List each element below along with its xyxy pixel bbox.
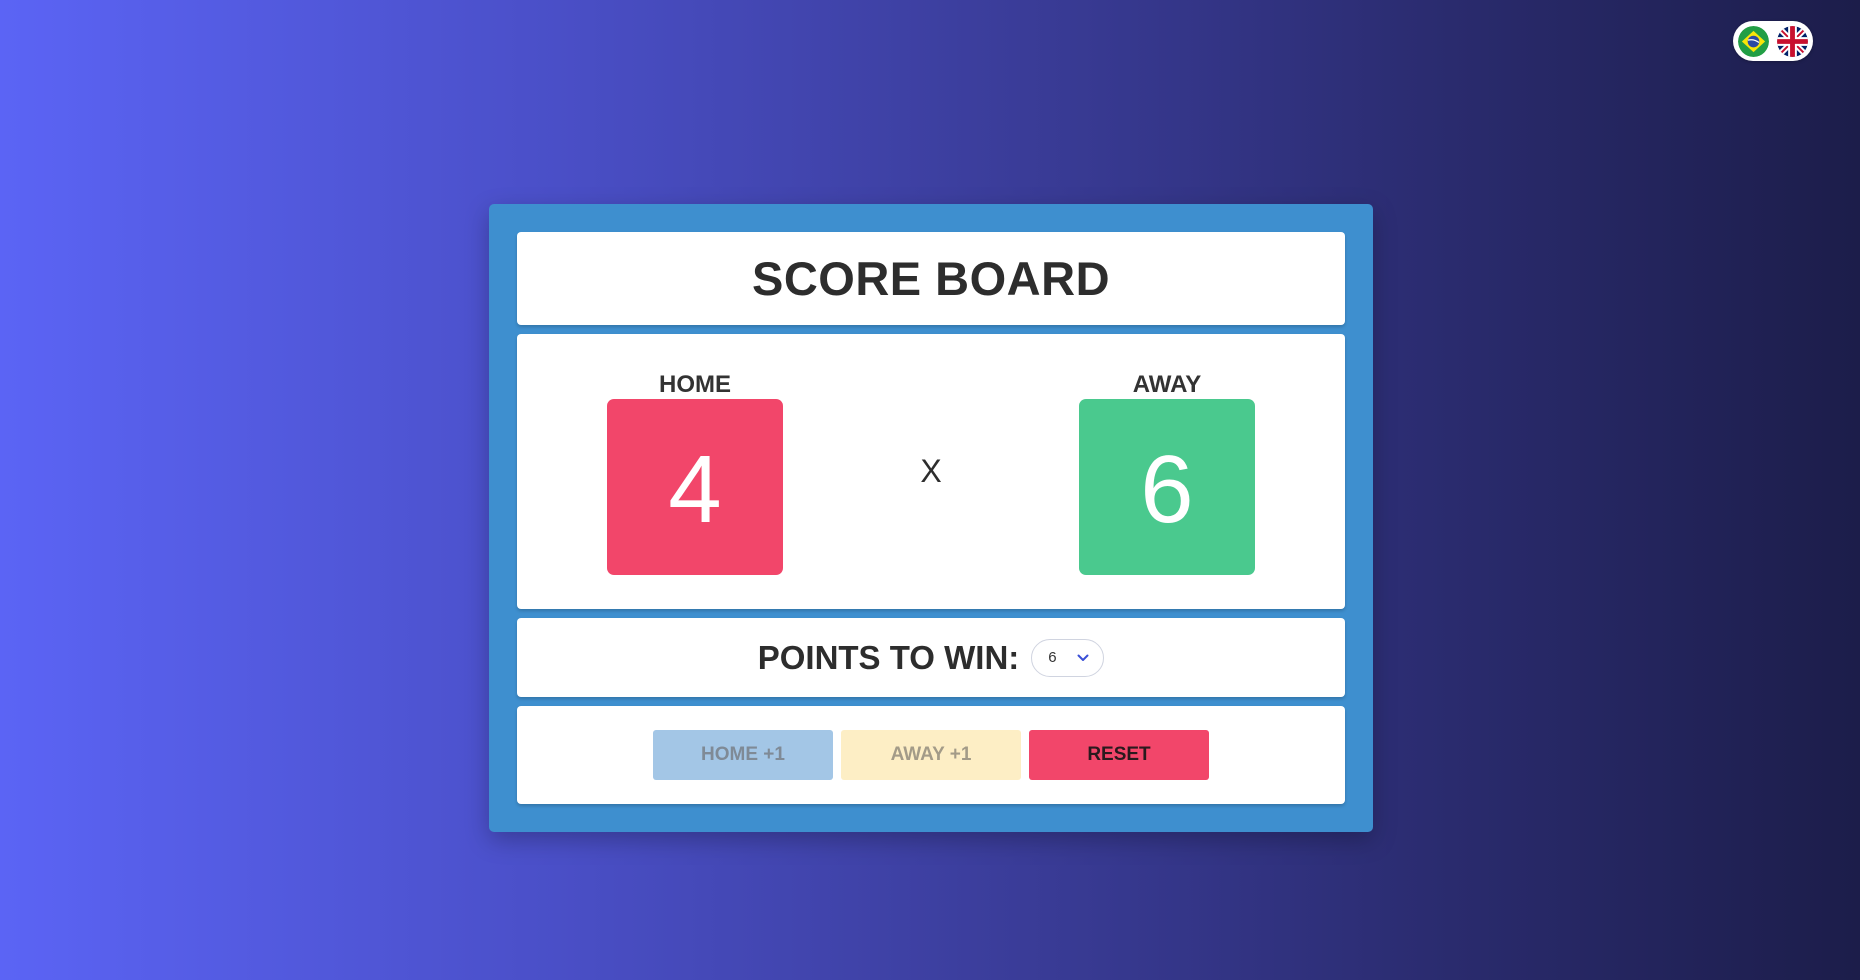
- home-label: HOME: [659, 371, 731, 398]
- scoreboard-card: SCORE BOARD HOME 4 X AWAY 6 POINTS TO WI…: [489, 204, 1373, 832]
- away-team: AWAY 6: [1079, 370, 1255, 575]
- brazil-flag-icon[interactable]: [1738, 25, 1769, 57]
- page-title: SCORE BOARD: [751, 252, 1111, 305]
- away-score: 6: [1079, 399, 1255, 575]
- language-switch: [1733, 21, 1813, 61]
- actions-panel: HOME +1 AWAY +1 RESET: [517, 706, 1345, 804]
- chevron-down-icon: [1077, 649, 1089, 666]
- points-to-win-value: 6: [1048, 649, 1057, 666]
- score-panel: HOME 4 X AWAY 6: [517, 334, 1345, 609]
- title-panel: SCORE BOARD: [517, 232, 1345, 325]
- away-plus-one-button[interactable]: AWAY +1: [841, 730, 1021, 780]
- away-label: AWAY: [1132, 371, 1202, 398]
- home-plus-one-button[interactable]: HOME +1: [653, 730, 833, 780]
- points-to-win-panel: POINTS TO WIN: 6: [517, 618, 1345, 697]
- uk-flag-icon[interactable]: [1777, 25, 1808, 57]
- reset-button[interactable]: RESET: [1029, 730, 1209, 780]
- points-to-win-label: POINTS TO WIN:: [757, 638, 1020, 676]
- points-to-win-select[interactable]: 6: [1031, 638, 1105, 677]
